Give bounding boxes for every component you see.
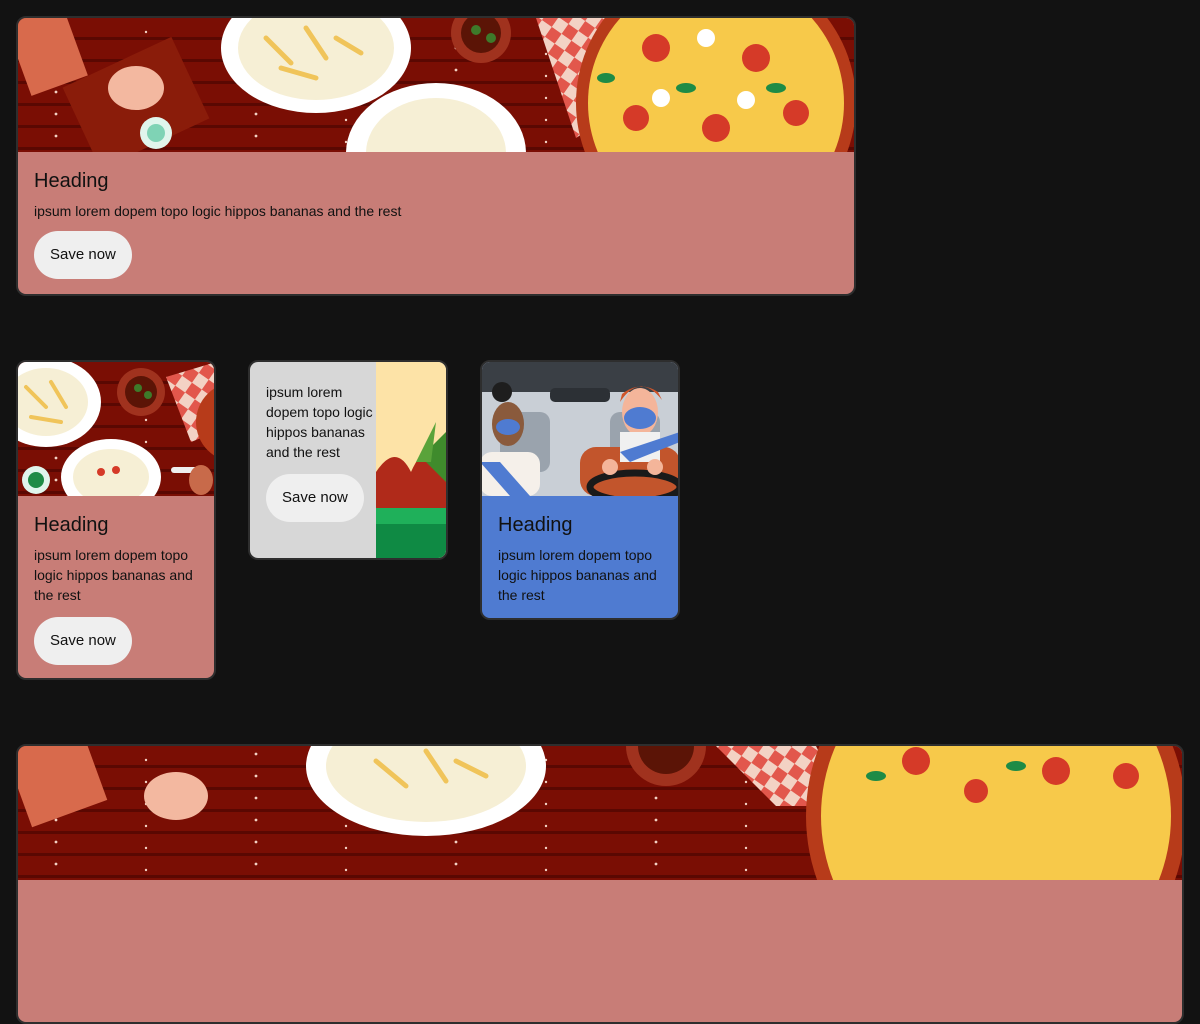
card-description: ipsum lorem dopem topo logic hippos bana…: [34, 547, 193, 603]
card-heading: Heading: [34, 170, 109, 192]
save-now-button[interactable]: Save now: [266, 474, 364, 522]
food-table-image: [18, 18, 854, 152]
save-now-button[interactable]: Save now: [34, 231, 132, 279]
plant-pot-image: [376, 362, 446, 558]
card-heading: Heading: [498, 514, 573, 536]
promo-card-small: Heading ipsum lorem dopem topo logic hip…: [16, 360, 216, 680]
promo-card-car: Heading ipsum lorem dopem topo logic hip…: [480, 360, 680, 620]
promo-card-wide: Heading ipsum lorem dopem topo logic hip…: [16, 16, 856, 296]
card-description: ipsum lorem dopem topo logic hippos bana…: [266, 384, 373, 460]
card-heading: Heading: [34, 514, 109, 536]
save-now-button[interactable]: Save now: [34, 617, 132, 665]
food-table-image: [18, 362, 214, 496]
promo-card-side-image: ipsum lorem dopem topo logic hippos bana…: [248, 360, 448, 560]
card-description: ipsum lorem dopem topo logic hippos bana…: [34, 203, 402, 219]
masked-people-in-car-image: [482, 362, 678, 496]
card-description: ipsum lorem dopem topo logic hippos bana…: [498, 547, 657, 603]
food-table-image: [18, 746, 1182, 880]
promo-card-full-width: [16, 744, 1184, 1024]
